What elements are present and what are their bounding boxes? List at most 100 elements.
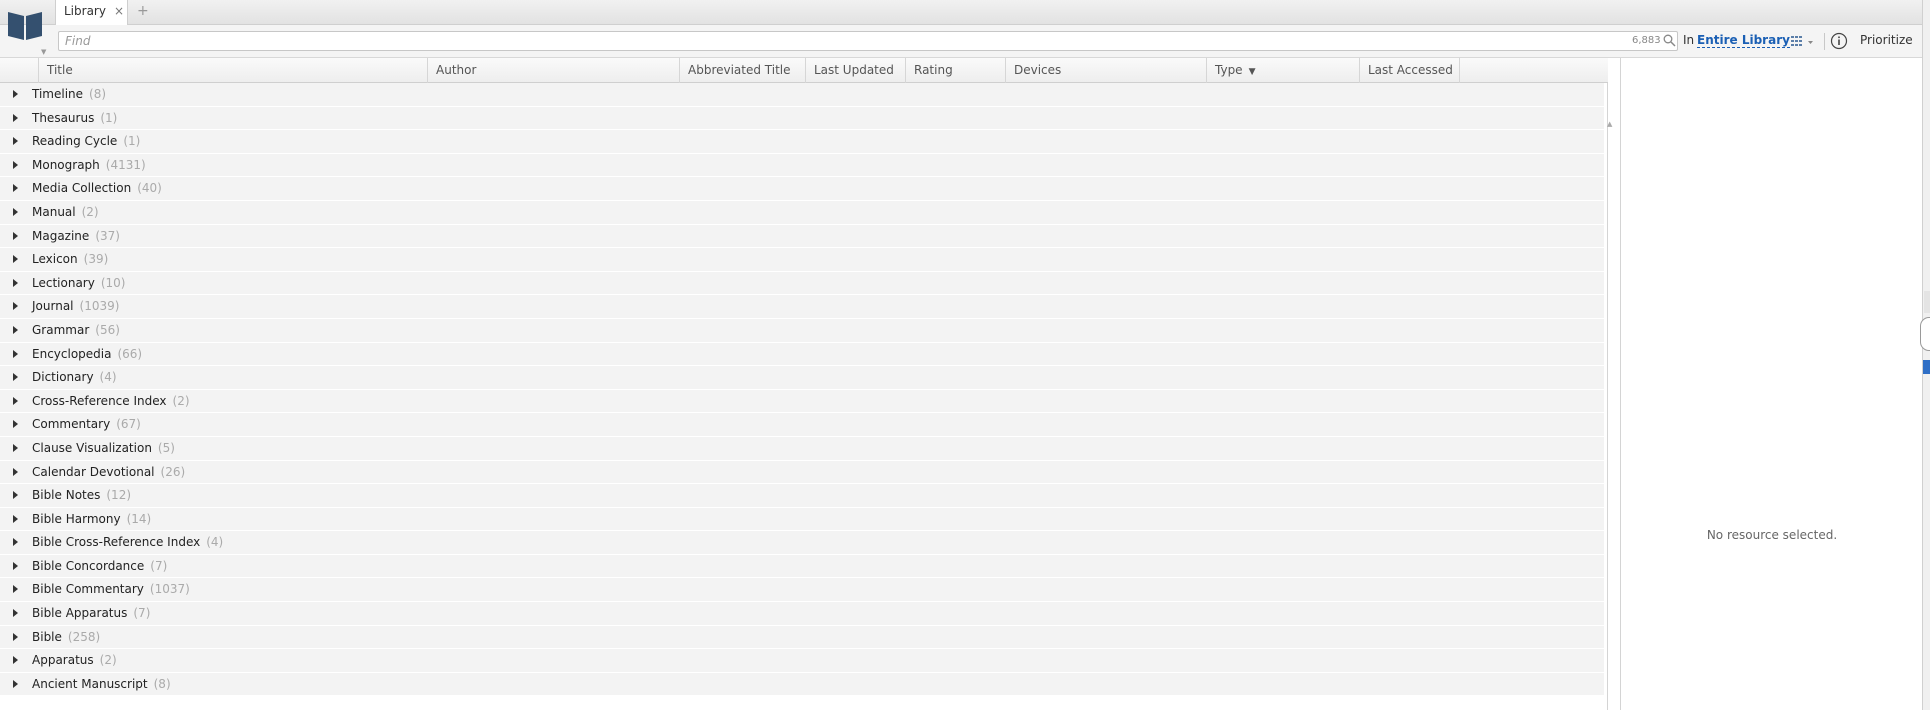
list-item[interactable]: Thesaurus (1) [0, 106, 1604, 131]
group-label: Commentary [32, 417, 111, 432]
expand-arrow-icon[interactable] [13, 207, 18, 216]
expand-arrow-icon[interactable] [13, 656, 18, 665]
list-item[interactable]: Calendar Devotional (26) [0, 460, 1604, 485]
list-item[interactable]: Monograph (4131) [0, 153, 1604, 178]
list-item[interactable]: Grammar (56) [0, 318, 1604, 343]
collapse-toolbar-icon[interactable]: ▼ [41, 48, 46, 56]
group-label: Clause Visualization [32, 440, 152, 455]
expand-arrow-icon[interactable] [13, 420, 18, 429]
expand-arrow-icon[interactable] [13, 160, 18, 169]
tab-library[interactable]: Library × [55, 0, 128, 25]
expand-arrow-icon[interactable] [13, 113, 18, 122]
column-type[interactable]: Type ▼ [1207, 58, 1360, 83]
column-abbreviated-title[interactable]: Abbreviated Title [680, 58, 806, 83]
expand-arrow-icon[interactable] [13, 184, 18, 193]
group-count: (4) [206, 535, 224, 550]
expand-arrow-icon[interactable] [13, 632, 18, 641]
library-book-icon[interactable] [6, 8, 44, 42]
expand-arrow-icon[interactable] [13, 137, 18, 146]
view-options-icon[interactable] [1790, 34, 1816, 50]
group-label: Thesaurus [32, 110, 95, 125]
list-item[interactable]: Bible Notes (12) [0, 484, 1604, 508]
panel-toggle-button[interactable] [1920, 317, 1930, 351]
list-item[interactable]: Bible Commentary (1037) [0, 578, 1604, 603]
scroll-up-icon[interactable]: ▲ [1607, 120, 1612, 128]
column-author[interactable]: Author [428, 58, 680, 83]
expand-arrow-icon[interactable] [13, 231, 18, 240]
column-last-updated[interactable]: Last Updated [806, 58, 906, 83]
expand-arrow-icon[interactable] [13, 302, 18, 311]
group-count: (10) [100, 275, 126, 290]
tab-close-button[interactable]: × [114, 0, 124, 22]
list-item[interactable]: Lectionary (10) [0, 271, 1604, 296]
search-toolbar: 6,883 In Entire Library Prioritize [0, 25, 1930, 58]
list-item[interactable]: Bible Concordance (7) [0, 554, 1604, 579]
expand-arrow-icon[interactable] [13, 278, 18, 287]
list-item[interactable]: Bible (258) [0, 625, 1604, 650]
list-item[interactable]: Timeline (8) [0, 83, 1604, 107]
group-label: Grammar [32, 322, 90, 337]
list-item[interactable]: Journal (1039) [0, 295, 1604, 319]
column-abbreviated-title-label: Abbreviated Title [688, 63, 791, 77]
list-item[interactable]: Bible Harmony (14) [0, 507, 1604, 532]
tab-bar: Library × + [0, 0, 1930, 25]
list-item[interactable]: Bible Apparatus (7) [0, 602, 1604, 626]
expand-arrow-icon[interactable] [13, 679, 18, 688]
panel-edge-icon[interactable] [1923, 360, 1930, 374]
list-item[interactable]: Clause Visualization (5) [0, 436, 1604, 461]
group-label: Journal [32, 299, 74, 314]
list-item[interactable]: Encyclopedia (66) [0, 342, 1604, 367]
list-item[interactable]: Bible Cross-Reference Index (4) [0, 531, 1604, 555]
list-item[interactable]: Manual (2) [0, 200, 1604, 225]
expand-arrow-icon[interactable] [13, 255, 18, 264]
toolbar-divider [1824, 33, 1825, 50]
column-rating[interactable]: Rating [906, 58, 1006, 83]
search-icon[interactable] [1663, 34, 1676, 47]
expand-arrow-icon[interactable] [13, 443, 18, 452]
list-item[interactable]: Cross-Reference Index (2) [0, 389, 1604, 414]
group-count: (7) [133, 606, 151, 621]
list-item[interactable]: Dictionary (4) [0, 366, 1604, 390]
list-item[interactable]: Ancient Manuscript (8) [0, 672, 1604, 697]
group-count: (1) [100, 110, 118, 125]
expand-arrow-icon[interactable] [13, 538, 18, 547]
expand-arrow-icon[interactable] [13, 561, 18, 570]
column-picker[interactable] [0, 58, 39, 83]
column-last-accessed[interactable]: Last Accessed [1360, 58, 1460, 83]
expand-arrow-icon[interactable] [13, 467, 18, 476]
column-author-label: Author [436, 63, 477, 77]
group-count: (14) [126, 511, 152, 526]
list-item[interactable]: Lexicon (39) [0, 248, 1604, 272]
library-window: Library × + 6,883 In Entire Library [0, 0, 1930, 710]
expand-arrow-icon[interactable] [13, 373, 18, 382]
expand-arrow-icon[interactable] [13, 349, 18, 358]
expand-arrow-icon[interactable] [13, 609, 18, 618]
new-tab-button[interactable]: + [137, 0, 149, 22]
list-item[interactable]: Reading Cycle (1) [0, 130, 1604, 154]
list-item[interactable]: Media Collection (40) [0, 177, 1604, 201]
find-input[interactable] [58, 31, 1678, 51]
column-last-updated-label: Last Updated [814, 63, 894, 77]
list-item[interactable]: Commentary (67) [0, 413, 1604, 437]
sort-descending-icon: ▼ [1248, 67, 1256, 77]
group-label: Bible Apparatus [32, 606, 128, 621]
list-item[interactable]: Apparatus (2) [0, 649, 1604, 673]
expand-arrow-icon[interactable] [13, 491, 18, 500]
column-devices[interactable]: Devices [1006, 58, 1207, 83]
group-count: (1) [123, 134, 141, 149]
prioritize-button[interactable]: Prioritize [1860, 33, 1913, 47]
expand-arrow-icon[interactable] [13, 585, 18, 594]
expand-arrow-icon[interactable] [13, 325, 18, 334]
column-title[interactable]: Title [39, 58, 428, 83]
group-label: Lectionary [32, 275, 95, 290]
expand-arrow-icon[interactable] [13, 396, 18, 405]
expand-arrow-icon[interactable] [13, 514, 18, 523]
scope-selector[interactable]: Entire Library [1697, 33, 1790, 48]
column-rating-label: Rating [914, 63, 953, 77]
column-type-label: Type [1215, 63, 1243, 77]
info-icon[interactable] [1830, 32, 1848, 50]
list-item[interactable]: Magazine (37) [0, 224, 1604, 249]
group-list: Timeline (8) Thesaurus (1) Reading Cycle (1… [0, 83, 1604, 697]
group-label: Dictionary [32, 370, 94, 385]
expand-arrow-icon[interactable] [13, 90, 18, 98]
